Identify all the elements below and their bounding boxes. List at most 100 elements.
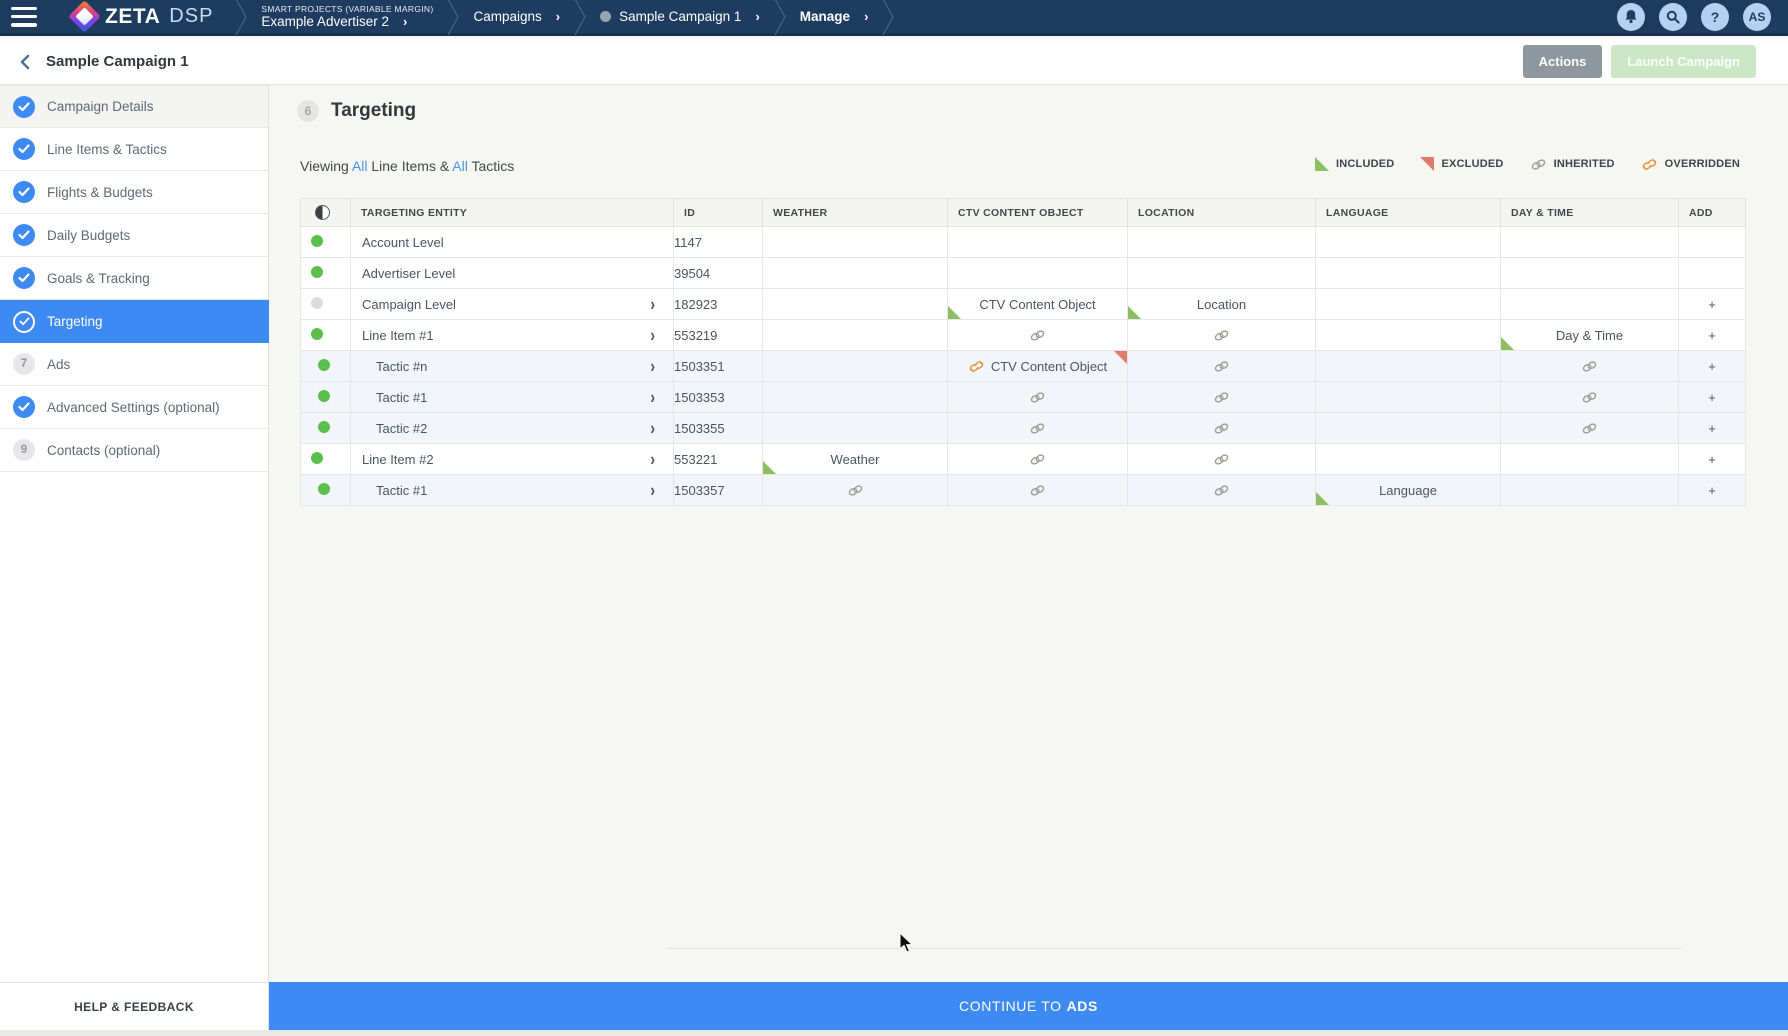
inherited-icon bbox=[1531, 158, 1545, 170]
legend-label: INCLUDED bbox=[1336, 158, 1395, 170]
breadcrumb-divider bbox=[882, 0, 895, 35]
actions-button[interactable]: Actions bbox=[1522, 45, 1603, 78]
targeting-value: Weather bbox=[830, 451, 880, 467]
table-scroll-track[interactable] bbox=[667, 948, 1681, 949]
step-number-circle: 7 bbox=[13, 353, 35, 375]
zeta-dsp-logo[interactable]: ZETA DSP bbox=[68, 0, 213, 33]
sidebar-item-advanced-settings-optional[interactable]: Advanced Settings (optional) bbox=[0, 386, 268, 429]
row-expand-chevron[interactable]: › bbox=[650, 325, 655, 346]
help-button[interactable]: ? bbox=[1701, 2, 1729, 31]
table-row: Advertiser Level 39504 bbox=[300, 257, 1746, 289]
inherited-icon bbox=[1214, 360, 1229, 372]
section-title: Targeting bbox=[331, 100, 417, 121]
cell-daytime: Day & Time bbox=[1500, 319, 1679, 351]
breadcrumb-divider bbox=[235, 0, 248, 35]
notifications-bell-button[interactable] bbox=[1617, 2, 1645, 31]
row-expand-chevron[interactable]: › bbox=[650, 418, 655, 439]
cell-daytime bbox=[1500, 412, 1679, 444]
legend-item-excluded: EXCLUDED bbox=[1420, 157, 1503, 171]
step-number-circle: 9 bbox=[13, 439, 35, 461]
cell-daytime bbox=[1500, 288, 1679, 320]
breadcrumb-divider bbox=[774, 0, 786, 35]
row-expand-chevron[interactable]: › bbox=[650, 294, 655, 315]
viewing-prefix: Viewing bbox=[300, 158, 352, 174]
breadcrumb-label: Manage bbox=[799, 9, 851, 24]
hamburger-menu-icon[interactable] bbox=[11, 6, 37, 27]
all-tactics-link[interactable]: All bbox=[452, 158, 468, 174]
status-dot bbox=[311, 327, 323, 340]
table-row: Line Item #1 › 553219 Day & Time + bbox=[300, 319, 1746, 351]
sidebar-item-label: Daily Budgets bbox=[47, 227, 131, 243]
inherited-icon bbox=[1214, 422, 1229, 434]
help-feedback-button[interactable]: HELP & FEEDBACK bbox=[0, 982, 269, 1030]
sidebar-item-contacts-optional[interactable]: 9 Contacts (optional) bbox=[0, 429, 268, 472]
add-targeting-button[interactable]: + bbox=[1678, 350, 1746, 382]
legend-item-included: INCLUDED bbox=[1315, 157, 1394, 171]
search-button[interactable] bbox=[1659, 2, 1687, 31]
cell-location bbox=[1127, 226, 1316, 258]
step-number-badge: 6 bbox=[297, 100, 319, 122]
targeting-table-header: TARGETING ENTITY ID WEATHER CTV CONTENT OBJ… bbox=[300, 198, 1746, 227]
topbar-actions: ? AS bbox=[1617, 2, 1788, 31]
targeting-table-body: Account Level 1147 Advertiser Level 39504 Ca… bbox=[300, 226, 1746, 506]
continue-to-ads-button[interactable]: CONTINUE TO ADS bbox=[269, 982, 1788, 1030]
cell-daytime bbox=[1500, 474, 1679, 506]
back-button[interactable] bbox=[18, 52, 32, 72]
targeting-legend: INCLUDED EXCLUDED INHERITED OVERRIDDEN bbox=[1315, 157, 1740, 171]
breadcrumb-item[interactable]: Sample Campaign 1 › bbox=[586, 0, 774, 35]
cell-weather bbox=[762, 319, 948, 351]
breadcrumb-item[interactable]: Manage › bbox=[786, 0, 883, 35]
inherited-icon bbox=[848, 484, 862, 496]
sidebar-item-ads[interactable]: 7 Ads bbox=[0, 343, 268, 386]
inherited-icon bbox=[1582, 360, 1597, 372]
row-expand-chevron[interactable]: › bbox=[650, 480, 655, 501]
check-circle-icon bbox=[13, 138, 35, 160]
viewing-mid: Line Items & bbox=[367, 158, 453, 174]
add-targeting-button[interactable]: + bbox=[1678, 412, 1746, 444]
add-targeting-button[interactable]: + bbox=[1678, 474, 1746, 506]
add-targeting-button[interactable]: + bbox=[1678, 381, 1746, 413]
sidebar-item-flights-budgets[interactable]: Flights & Budgets bbox=[0, 171, 268, 214]
targeting-table: TARGETING ENTITY ID WEATHER CTV CONTENT OBJ… bbox=[300, 198, 1746, 506]
all-line-items-link[interactable]: All bbox=[352, 158, 368, 174]
row-expand-chevron[interactable]: › bbox=[650, 449, 655, 470]
check-circle-icon bbox=[13, 95, 35, 118]
contrast-toggle-icon[interactable] bbox=[315, 205, 330, 220]
entity-name: Tactic #2 bbox=[376, 420, 428, 436]
legend-label: EXCLUDED bbox=[1441, 158, 1504, 170]
included-triangle-icon bbox=[1316, 492, 1329, 505]
sidebar-item-line-items-tactics[interactable]: Line Items & Tactics bbox=[0, 128, 268, 171]
column-header-ctv-content-object: CTV CONTENT OBJECT bbox=[947, 198, 1128, 227]
column-header-add: ADD bbox=[1678, 198, 1746, 227]
sidebar-item-goals-tracking[interactable]: Goals & Tracking bbox=[0, 257, 268, 300]
targeting-panel: 6 Targeting Viewing All Line Items & All… bbox=[269, 85, 1788, 982]
cell-weather bbox=[762, 350, 948, 382]
cell-ctv bbox=[947, 474, 1128, 506]
row-expand-chevron[interactable]: › bbox=[650, 387, 655, 408]
sidebar-item-daily-budgets[interactable]: Daily Budgets bbox=[0, 214, 268, 257]
breadcrumb-item[interactable]: Campaigns › bbox=[459, 0, 574, 35]
cell-location bbox=[1127, 350, 1316, 382]
cell-daytime bbox=[1500, 443, 1679, 475]
chevron-right-icon: › bbox=[755, 9, 760, 24]
cell-weather bbox=[762, 381, 948, 413]
add-targeting-button[interactable]: + bbox=[1678, 443, 1746, 475]
sidebar-item-campaign-details[interactable]: Campaign Details bbox=[0, 85, 268, 128]
cell-ctv bbox=[947, 319, 1128, 351]
column-header-targeting-entity: TARGETING ENTITY bbox=[350, 198, 674, 227]
add-targeting-button[interactable]: + bbox=[1678, 288, 1746, 320]
column-header-id: ID bbox=[673, 198, 763, 227]
launch-campaign-button[interactable]: Launch Campaign bbox=[1611, 45, 1756, 78]
cell-language bbox=[1315, 257, 1501, 289]
add-targeting-button[interactable]: + bbox=[1678, 319, 1746, 351]
user-avatar[interactable]: AS bbox=[1743, 2, 1771, 31]
targeting-value: Language bbox=[1379, 482, 1437, 498]
sidebar-item-targeting[interactable]: Targeting bbox=[0, 300, 281, 343]
breadcrumb-item[interactable]: SMART PROJECTS (VARIABLE MARGIN) Example … bbox=[247, 0, 447, 35]
continue-bold: ADS bbox=[1066, 998, 1098, 1014]
inherited-icon bbox=[1582, 422, 1597, 434]
row-expand-chevron[interactable]: › bbox=[650, 356, 655, 377]
question-mark-icon: ? bbox=[1710, 8, 1720, 25]
entity-name: Account Level bbox=[362, 234, 444, 250]
cell-location bbox=[1127, 381, 1316, 413]
